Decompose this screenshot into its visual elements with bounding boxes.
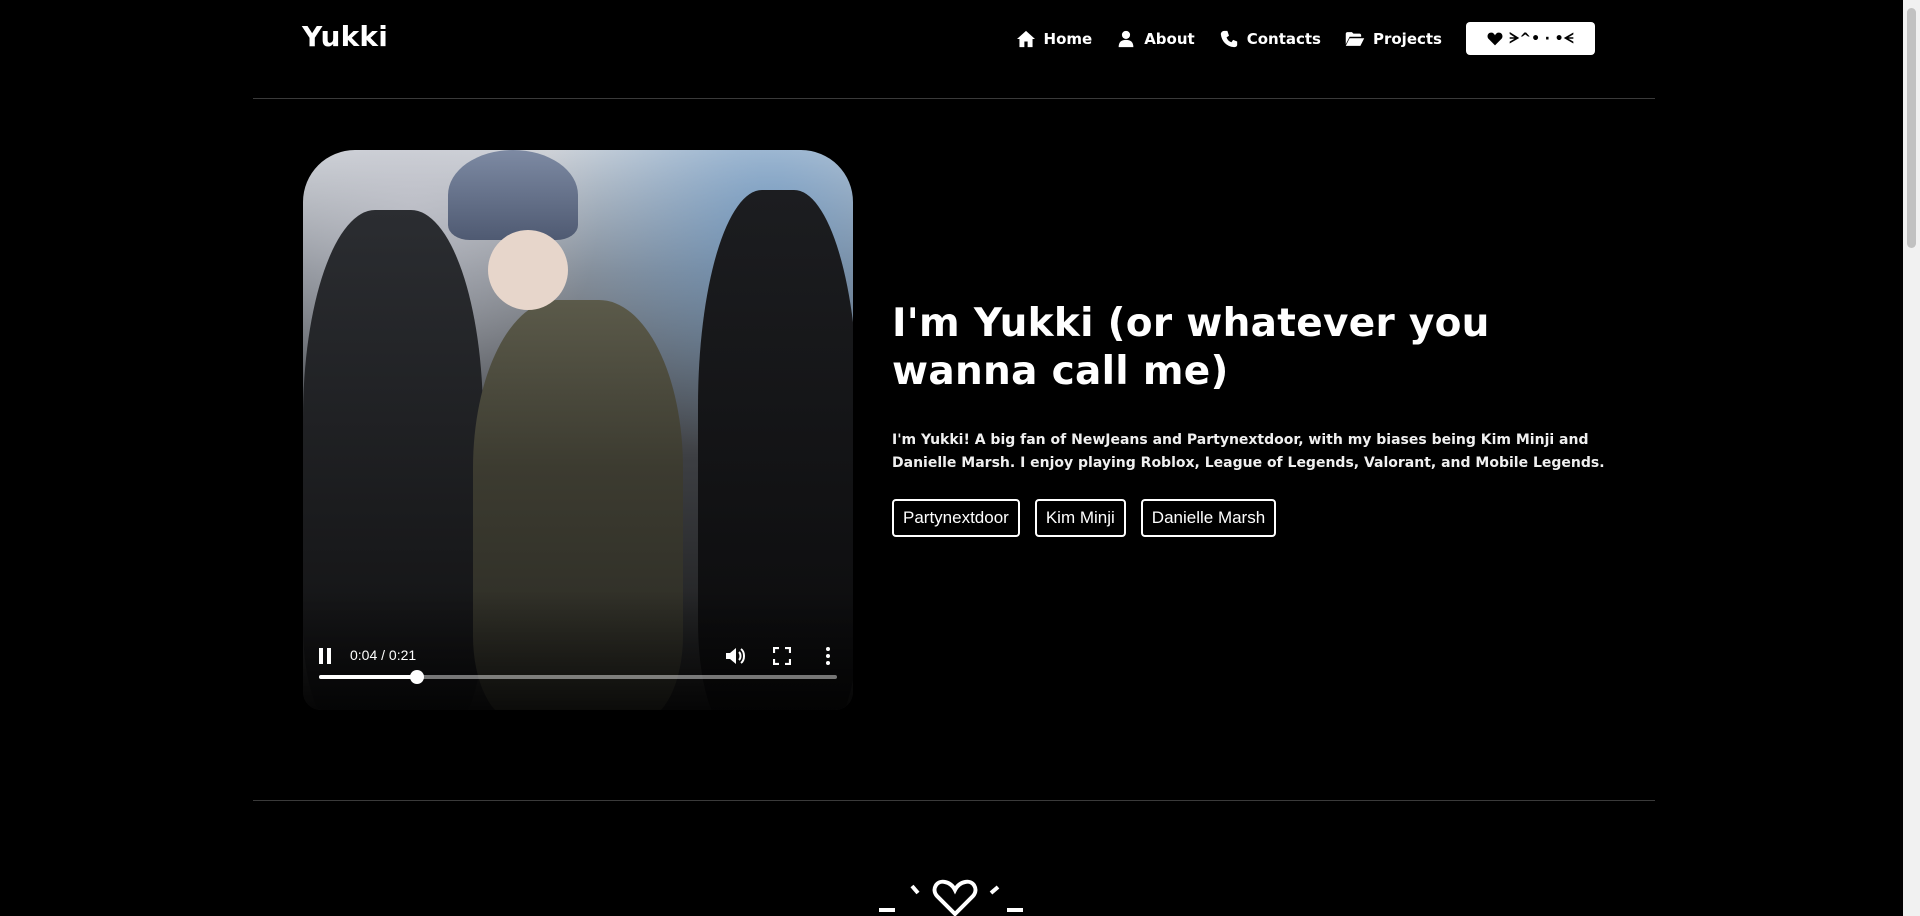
main-nav: Home About Contacts Projects ᗒ^• ‧ •ᗕ bbox=[1016, 22, 1595, 55]
video-time: 0:04 / 0:21 bbox=[350, 647, 417, 663]
nav-home-label: Home bbox=[1043, 29, 1093, 48]
nav-contacts-label: Contacts bbox=[1246, 29, 1321, 48]
section-divider bbox=[253, 800, 1655, 801]
page-scrollbar[interactable] bbox=[1903, 0, 1920, 916]
video-progress-handle[interactable] bbox=[410, 670, 425, 684]
tag-danielle-marsh[interactable]: Danielle Marsh bbox=[1140, 499, 1277, 537]
more-options-icon[interactable] bbox=[823, 646, 833, 666]
kaomoji-button-label: ᗒ^• ‧ •ᗕ bbox=[1509, 30, 1574, 47]
volume-icon[interactable] bbox=[725, 646, 747, 666]
kaomoji-button[interactable]: ᗒ^• ‧ •ᗕ bbox=[1466, 22, 1595, 55]
home-icon bbox=[1016, 30, 1035, 47]
nav-contacts[interactable]: Contacts bbox=[1219, 30, 1321, 48]
phone-icon bbox=[1220, 30, 1237, 47]
folder-open-icon bbox=[1345, 31, 1365, 46]
nav-about-label: About bbox=[1144, 29, 1195, 48]
tag-list: Partynextdoor Kim Minji Danielle Marsh bbox=[892, 499, 1612, 537]
intro-block: I'm Yukki (or whatever you wanna call me… bbox=[892, 300, 1612, 537]
heart-icon bbox=[1487, 32, 1503, 45]
site-header: Yukki Home About Contacts Projects ᗒ^• ‧… bbox=[253, 0, 1655, 99]
nav-projects[interactable]: Projects bbox=[1345, 30, 1442, 48]
hero-description: I'm Yukki! A big fan of NewJeans and Par… bbox=[892, 432, 1605, 471]
nav-home[interactable]: Home bbox=[1016, 29, 1093, 48]
heart-kaomoji-icon bbox=[879, 879, 1023, 916]
video-frame-cap bbox=[448, 150, 578, 240]
hero-title: I'm Yukki (or whatever you wanna call me… bbox=[892, 301, 1490, 394]
hero-section: 0:04 / 0:21 I'm Yukki (or whatever you w… bbox=[0, 100, 1920, 800]
tag-kim-minji[interactable]: Kim Minji bbox=[1034, 499, 1126, 537]
video-progress-fill bbox=[319, 675, 418, 679]
hero-video[interactable]: 0:04 / 0:21 bbox=[303, 150, 853, 710]
pause-icon bbox=[319, 648, 323, 664]
site-logo[interactable]: Yukki bbox=[302, 20, 388, 53]
fullscreen-icon[interactable] bbox=[773, 647, 791, 665]
video-controls: 0:04 / 0:21 bbox=[303, 630, 853, 710]
video-frame-face bbox=[488, 230, 568, 310]
nav-about[interactable]: About bbox=[1116, 30, 1195, 48]
user-icon bbox=[1118, 30, 1134, 47]
tag-partynextdoor[interactable]: Partynextdoor bbox=[892, 499, 1020, 537]
video-progress-bar[interactable] bbox=[319, 670, 837, 684]
pause-button[interactable] bbox=[318, 648, 332, 664]
pause-icon-bar bbox=[327, 648, 331, 664]
scrollbar-thumb[interactable] bbox=[1907, 8, 1916, 248]
nav-projects-label: Projects bbox=[1372, 29, 1442, 48]
